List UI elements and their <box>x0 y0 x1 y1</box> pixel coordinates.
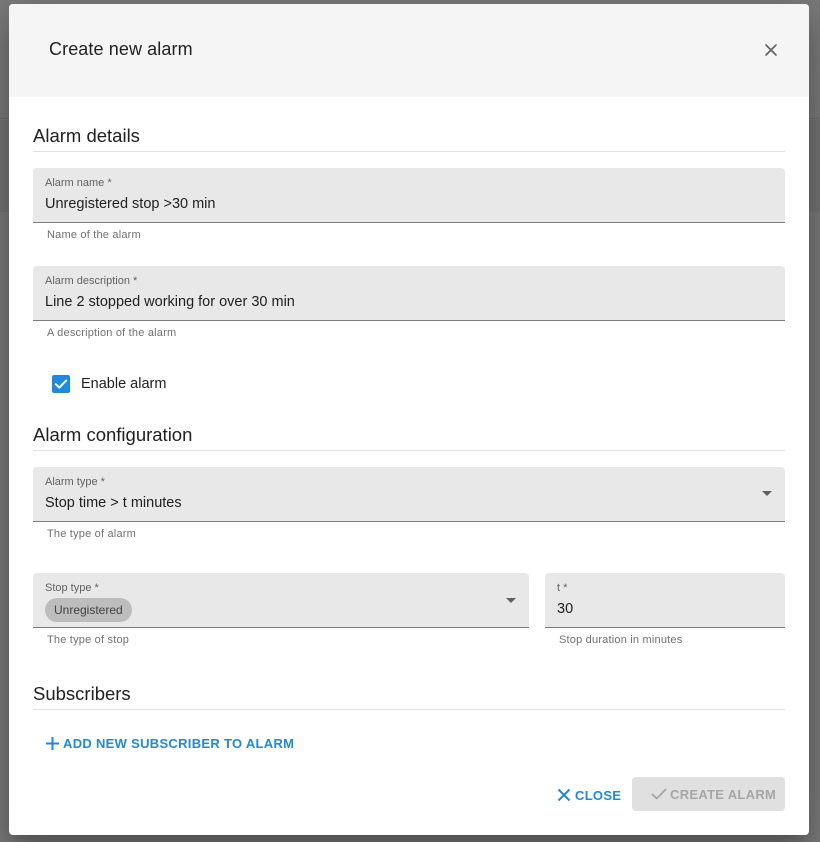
chevron-down-icon[interactable] <box>506 598 516 603</box>
dialog-header: Create new alarm <box>9 4 809 97</box>
stop-type-chip[interactable]: Unregistered <box>45 598 132 622</box>
close-icon <box>557 788 571 802</box>
alarm-type-select[interactable]: Alarm type * Stop time > t minutes <box>33 467 785 522</box>
section-divider <box>33 450 785 451</box>
chevron-down-icon[interactable] <box>762 491 772 496</box>
alarm-description-label: Alarm description * <box>45 275 138 287</box>
stop-type-select[interactable]: Stop type * Unregistered <box>33 573 529 628</box>
alarm-name-label: Alarm name * <box>45 177 112 189</box>
alarm-name-hint: Name of the alarm <box>47 229 141 241</box>
plus-icon <box>46 737 59 750</box>
check-icon <box>54 379 68 389</box>
stop-type-label: Stop type * <box>45 582 99 594</box>
stop-type-hint: The type of stop <box>47 634 130 646</box>
section-title-alarm-details: Alarm details <box>33 125 140 146</box>
section-divider <box>33 709 785 710</box>
alarm-type-label: Alarm type * <box>45 476 105 488</box>
alarm-name-field[interactable]: Alarm name * Unregistered stop >30 min <box>33 168 785 223</box>
background-panel <box>0 120 9 212</box>
t-field[interactable]: t * 30 <box>545 573 785 628</box>
section-divider <box>33 151 785 152</box>
close-button-label: CLOSE <box>575 788 622 803</box>
section-title-subscribers: Subscribers <box>33 683 131 704</box>
create-alarm-dialog: Create new alarm Alarm details Alarm nam… <box>9 4 809 835</box>
create-alarm-label: CREATE ALARM <box>670 787 777 802</box>
enable-alarm-label[interactable]: Enable alarm <box>81 376 166 392</box>
close-dialog-icon[interactable] <box>761 40 781 60</box>
t-value[interactable]: 30 <box>557 601 573 617</box>
check-icon <box>651 788 667 800</box>
t-label: t * <box>557 582 568 594</box>
section-title-alarm-configuration: Alarm configuration <box>33 424 193 445</box>
alarm-name-value[interactable]: Unregistered stop >30 min <box>45 196 215 212</box>
alarm-type-hint: The type of alarm <box>47 528 136 540</box>
t-hint: Stop duration in minutes <box>559 634 683 646</box>
alarm-type-value[interactable]: Stop time > t minutes <box>45 495 182 511</box>
create-alarm-button[interactable]: CREATE ALARM <box>632 777 785 811</box>
alarm-description-field[interactable]: Alarm description * Line 2 stopped worki… <box>33 266 785 321</box>
enable-alarm-checkbox[interactable] <box>52 375 70 393</box>
alarm-description-value[interactable]: Line 2 stopped working for over 30 min <box>45 294 295 310</box>
add-subscriber-label: ADD NEW SUBSCRIBER TO ALARM <box>63 736 295 751</box>
background-panel <box>809 120 820 212</box>
dialog-title: Create new alarm <box>49 39 193 59</box>
alarm-description-hint: A description of the alarm <box>47 327 177 339</box>
